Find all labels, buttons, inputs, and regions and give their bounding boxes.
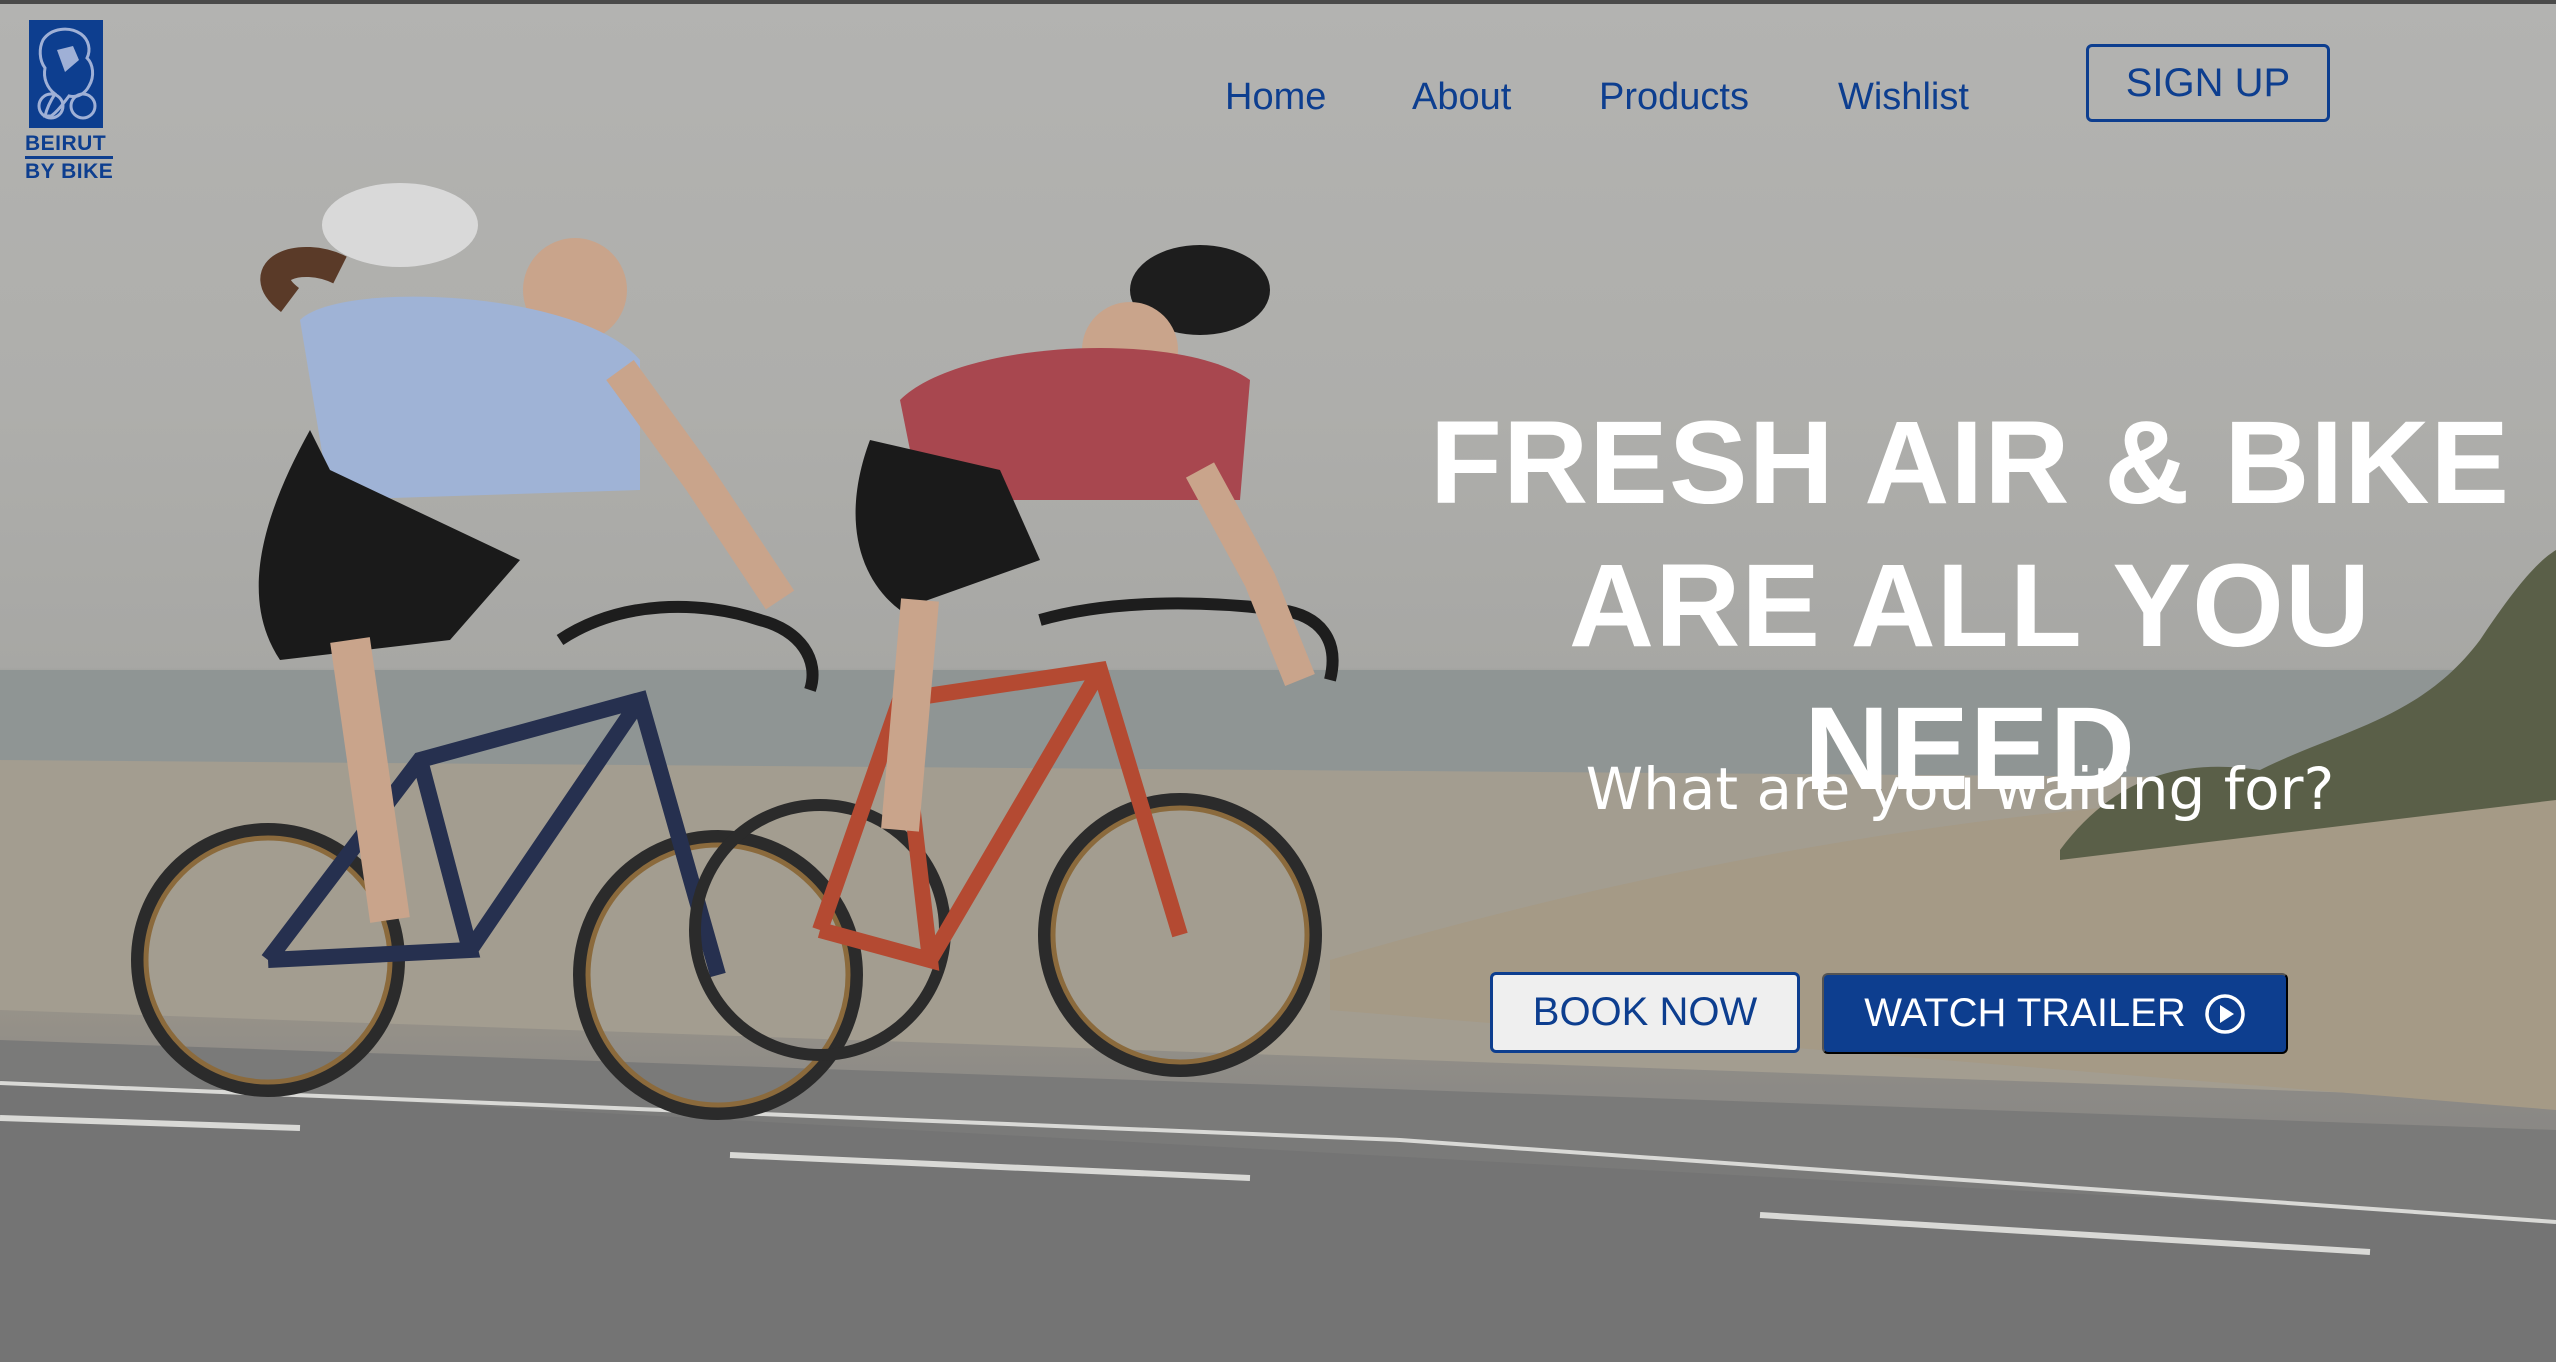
nav-home[interactable]: Home	[1225, 76, 1326, 119]
brand-name-line2: BY BIKE	[25, 156, 114, 184]
watch-trailer-button[interactable]: WATCH TRAILER	[1822, 973, 2288, 1054]
watch-trailer-label: WATCH TRAILER	[1864, 991, 2186, 1035]
hero-subheadline: What are you waiting for?	[1585, 755, 2335, 823]
nav-wishlist[interactable]: Wishlist	[1838, 76, 1969, 119]
signup-button[interactable]: SIGN UP	[2086, 44, 2330, 122]
book-now-button[interactable]: BOOK NOW	[1490, 972, 1800, 1053]
hero-section: BEIRUT BY BIKE Home About Products Wishl…	[0, 0, 2556, 1362]
brand-name-line1: BEIRUT	[25, 132, 107, 155]
hero-headline-line1: FRESH AIR & BIKE	[1429, 397, 2511, 529]
nav-about[interactable]: About	[1412, 76, 1511, 119]
brand-logo[interactable]: BEIRUT BY BIKE	[25, 20, 114, 185]
play-circle-icon	[2205, 993, 2245, 1034]
cyclist-emblem-icon	[29, 20, 103, 128]
nav-products[interactable]: Products	[1599, 76, 1749, 119]
brand-name: BEIRUT BY BIKE	[25, 132, 115, 184]
